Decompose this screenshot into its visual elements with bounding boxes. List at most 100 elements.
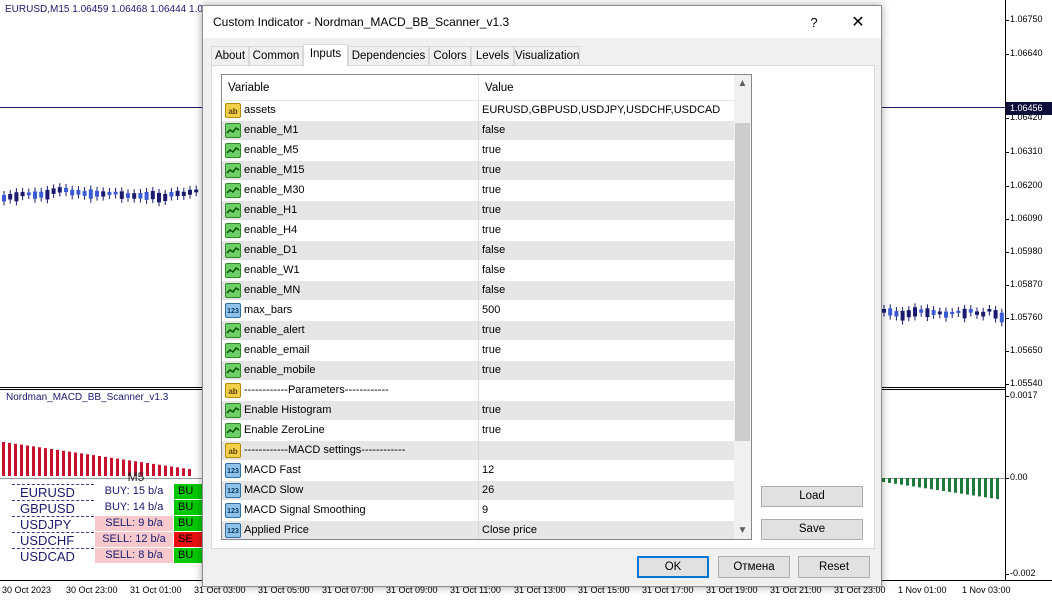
column-header-variable[interactable]: Variable bbox=[222, 75, 479, 101]
variable-name: enable_mobile bbox=[244, 364, 316, 376]
grid-row[interactable]: enable_W1 false bbox=[222, 261, 734, 281]
grid-row[interactable]: enable_M30 true bbox=[222, 181, 734, 201]
grid-row[interactable]: ab assets EURUSD,GBPUSD,USDJPY,USDCHF,USDC… bbox=[222, 101, 734, 121]
histogram-bar bbox=[900, 478, 903, 485]
variable-value[interactable]: 500 bbox=[482, 304, 500, 316]
scroll-down-icon[interactable]: ▼ bbox=[734, 522, 751, 539]
scroll-up-icon[interactable]: ▲ bbox=[734, 75, 751, 92]
bool-type-icon bbox=[225, 203, 241, 218]
grid-row[interactable]: enable_mobile true bbox=[222, 361, 734, 381]
grid-row[interactable]: enable_M5 true bbox=[222, 141, 734, 161]
grid-row[interactable]: enable_email true bbox=[222, 341, 734, 361]
bool-type-icon bbox=[225, 123, 241, 138]
tab-dependencies[interactable]: Dependencies bbox=[348, 46, 429, 65]
variable-cell: enable_H1 bbox=[222, 201, 479, 221]
variable-cell: enable_M30 bbox=[222, 181, 479, 201]
grid-row[interactable]: enable_H4 true bbox=[222, 221, 734, 241]
variable-value[interactable]: true bbox=[482, 224, 501, 236]
histogram-bar bbox=[188, 469, 191, 476]
scrollbar-thumb[interactable] bbox=[735, 123, 750, 441]
candle-body bbox=[999, 312, 1004, 323]
variable-value[interactable]: true bbox=[482, 344, 501, 356]
cancel-button[interactable]: Отмена bbox=[718, 556, 790, 578]
save-button[interactable]: Save bbox=[761, 519, 863, 540]
grid-row[interactable]: 123 max_bars 500 bbox=[222, 301, 734, 321]
grid-row[interactable]: enable_M15 true bbox=[222, 161, 734, 181]
help-button[interactable]: ? bbox=[799, 11, 829, 35]
variable-value[interactable]: true bbox=[482, 164, 501, 176]
variable-value[interactable]: 9 bbox=[482, 504, 488, 516]
scanner-symbol: GBPUSD bbox=[12, 500, 94, 516]
variable-value[interactable]: 12 bbox=[482, 464, 494, 476]
time-tick: 30 Oct 23:00 bbox=[66, 585, 118, 595]
grid-row[interactable]: 123 MACD Signal Smoothing 9 bbox=[222, 501, 734, 521]
inputs-grid[interactable]: Variable Value ab assets EURUSD,GBPUSD,USD… bbox=[221, 74, 752, 540]
grid-row[interactable]: 123 MACD Fast 12 bbox=[222, 461, 734, 481]
histogram-bar bbox=[32, 446, 35, 476]
grid-row[interactable]: Enable ZeroLine true bbox=[222, 421, 734, 441]
variable-cell: enable_W1 bbox=[222, 261, 479, 281]
variable-name: Enable Histogram bbox=[244, 404, 332, 416]
histogram-bar bbox=[912, 478, 915, 487]
dialog-titlebar[interactable]: Custom Indicator - Nordman_MACD_BB_Scann… bbox=[203, 6, 881, 38]
variable-cell: enable_MN bbox=[222, 281, 479, 301]
candle-body bbox=[157, 192, 161, 203]
variable-value[interactable]: true bbox=[482, 184, 501, 196]
grid-row[interactable]: enable_M1 false bbox=[222, 121, 734, 141]
grid-row[interactable]: enable_MN false bbox=[222, 281, 734, 301]
integer-type-icon: 123 bbox=[225, 503, 241, 518]
candle-body bbox=[14, 192, 19, 202]
time-tick: 1 Nov 03:00 bbox=[962, 585, 1011, 595]
candle-body bbox=[931, 310, 936, 315]
price-axis[interactable]: 1.06750 1.06640 1.06420 1.06310 1.06200 1.060… bbox=[1005, 0, 1052, 390]
indicator-axis[interactable]: 0.0017 0.00 -0.002 bbox=[1005, 390, 1052, 580]
tab-visualization[interactable]: Visualization bbox=[514, 46, 580, 65]
grid-row[interactable]: 123 MACD Slow 26 bbox=[222, 481, 734, 501]
variable-value[interactable]: 26 bbox=[482, 484, 494, 496]
bool-type-icon bbox=[225, 363, 241, 378]
ok-button[interactable]: OK bbox=[637, 556, 709, 578]
bool-type-icon bbox=[225, 403, 241, 418]
variable-value[interactable]: true bbox=[482, 324, 501, 336]
grid-row[interactable]: ab ------------MACD settings------------ bbox=[222, 441, 734, 461]
variable-value[interactable]: Close price bbox=[482, 524, 537, 536]
grid-row[interactable]: 123 Applied Price Close price bbox=[222, 521, 734, 539]
variable-name: enable_H4 bbox=[244, 224, 298, 236]
grid-row[interactable]: enable_D1 false bbox=[222, 241, 734, 261]
variable-name: ------------MACD settings------------ bbox=[244, 444, 406, 456]
variable-value[interactable]: true bbox=[482, 404, 501, 416]
variable-name: enable_email bbox=[244, 344, 310, 356]
histogram-bar bbox=[62, 450, 65, 476]
histogram-bar bbox=[26, 445, 29, 476]
tab-colors[interactable]: Colors bbox=[429, 46, 471, 65]
scanner-row: USDCAD SELL: 8 b/a BU bbox=[8, 548, 214, 564]
variable-value[interactable]: true bbox=[482, 204, 501, 216]
close-icon[interactable]: ✕ bbox=[843, 11, 873, 35]
grid-row[interactable]: enable_alert true bbox=[222, 321, 734, 341]
variable-value[interactable]: false bbox=[482, 244, 505, 256]
column-header-value[interactable]: Value bbox=[479, 75, 734, 101]
variable-value[interactable]: true bbox=[482, 144, 501, 156]
histogram-bar bbox=[978, 478, 981, 497]
load-button[interactable]: Load bbox=[761, 486, 863, 507]
price-tick: 1.06200 bbox=[1005, 180, 1043, 190]
tab-levels[interactable]: Levels bbox=[471, 46, 514, 65]
price-tick: 1.05760 bbox=[1005, 312, 1043, 322]
variable-cell: enable_M1 bbox=[222, 121, 479, 141]
tab-inputs[interactable]: Inputs bbox=[303, 44, 348, 66]
grid-row[interactable]: Enable Histogram true bbox=[222, 401, 734, 421]
variable-value[interactable]: false bbox=[482, 124, 505, 136]
tab-about[interactable]: About bbox=[211, 46, 249, 65]
histogram-bar bbox=[2, 442, 5, 476]
tab-common[interactable]: Common bbox=[249, 46, 303, 65]
grid-row[interactable]: ab ------------Parameters------------ bbox=[222, 381, 734, 401]
variable-value[interactable]: false bbox=[482, 284, 505, 296]
variable-value[interactable]: false bbox=[482, 264, 505, 276]
variable-value[interactable]: true bbox=[482, 364, 501, 376]
variable-cell: Enable ZeroLine bbox=[222, 421, 479, 441]
variable-value[interactable]: true bbox=[482, 424, 501, 436]
variable-value[interactable]: EURUSD,GBPUSD,USDJPY,USDCHF,USDCAD bbox=[482, 104, 720, 116]
grid-row[interactable]: enable_H1 true bbox=[222, 201, 734, 221]
vertical-scrollbar[interactable]: ▲ ▼ bbox=[734, 75, 751, 539]
reset-button[interactable]: Reset bbox=[798, 556, 870, 578]
